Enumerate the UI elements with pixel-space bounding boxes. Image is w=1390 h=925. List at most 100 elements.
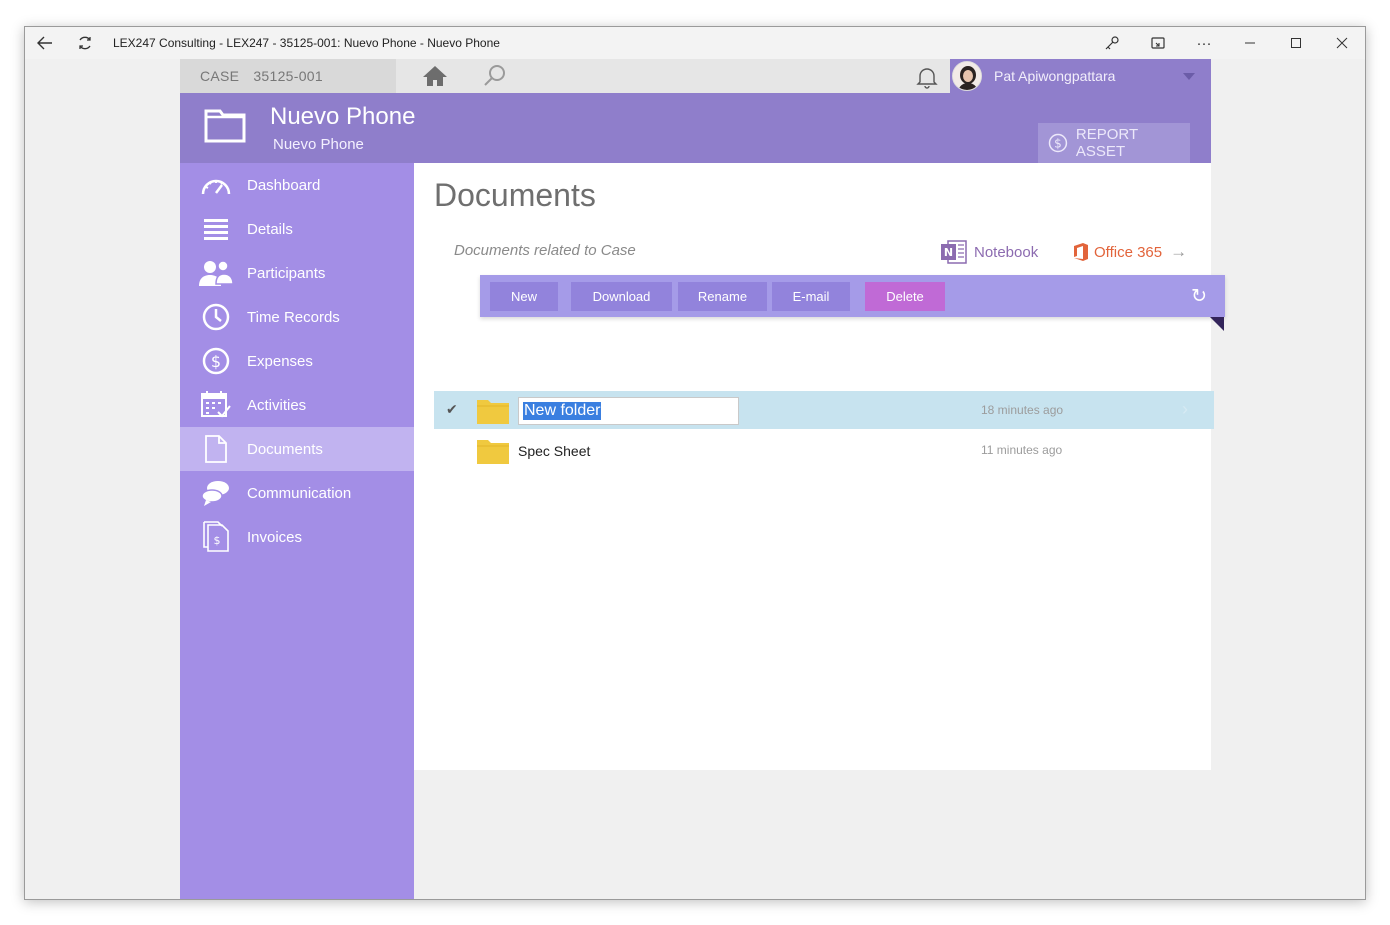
folder-name: Spec Sheet [518,443,591,459]
delete-button[interactable]: Delete [865,282,945,311]
sidebar-item-label: Communication [247,484,352,502]
folder-icon [477,400,509,424]
page-subtitle: Nuevo Phone [273,136,364,153]
home-icon [423,66,447,86]
refresh-icon [79,36,91,50]
modified-time: 11 minutes ago [981,443,1063,457]
minimize-icon [1245,42,1255,44]
app-window: LEX247 Consulting - LEX247 - 35125-001: … [24,26,1366,900]
search-icon [484,65,505,86]
minimize-button[interactable] [1227,27,1273,59]
case-label: CASE [200,68,240,84]
top-bar: CASE 35125-001 Pat Apiwongpattara [180,59,1211,93]
maximize-icon [1291,38,1301,48]
sidebar-item-documents[interactable]: Documents [180,427,414,471]
section-title: Documents [434,177,596,213]
clock-icon [202,303,229,331]
rename-button[interactable]: Rename [678,282,767,311]
cast-icon [1151,37,1165,49]
case-number: 35125-001 [253,68,323,84]
sidebar-item-label: Time Records [247,308,340,326]
user-name: Pat Apiwongpattara [994,68,1116,84]
dollar-icon: $ [202,347,229,375]
sidebar-item-label: Details [247,220,293,238]
sidebar-item-activities[interactable]: Activities [180,383,414,427]
arrow-right-icon: → [1170,242,1188,261]
sidebar-item-expenses[interactable]: $ Expenses [180,339,414,383]
people-icon [198,260,233,286]
sidebar-item-label: Invoices [247,528,303,546]
folder-icon [477,440,509,464]
title-bar: LEX247 Consulting - LEX247 - 35125-001: … [25,27,1365,59]
svg-text:$: $ [1054,136,1062,150]
case-header: Nuevo Phone Nuevo Phone $ REPORT ASSET [180,93,1211,163]
svg-text:$: $ [210,352,220,371]
gauge-icon [201,179,230,195]
section-subtitle: Documents related to Case [454,242,636,259]
back-arrow-icon [37,36,52,50]
more-button[interactable]: ··· [1181,27,1227,59]
new-button[interactable]: New [490,282,558,311]
sidebar-item-dashboard[interactable]: Dashboard [180,163,414,207]
rename-input-text: New folder [523,402,602,420]
sidebar-item-label: Dashboard [247,176,321,194]
modified-time: 18 minutes ago [981,403,1064,417]
cast-button[interactable] [1135,27,1181,59]
invoice-icon: $ [202,521,229,552]
notebook-label: Notebook [974,243,1039,261]
key-button[interactable] [1089,27,1135,59]
office365-link[interactable]: Office 365 → [1072,242,1187,262]
main-content: Documents Documents related to Case N No… [414,163,1225,770]
rename-input[interactable]: New folder [518,397,739,425]
app-content: CASE 35125-001 Pat Apiwongpattara Nuevo … [180,59,1225,899]
sidebar-item-participants[interactable]: Participants [180,251,414,295]
report-asset-button[interactable]: $ REPORT ASSET [1038,123,1190,163]
notebook-link[interactable]: N Notebook [940,239,1038,265]
more-icon: ··· [1196,34,1212,52]
sidebar-item-communication[interactable]: Communication [180,471,414,515]
sidebar: Dashboard Details Participants Time Reco… [180,163,414,899]
notifications-button[interactable] [912,63,942,91]
chevron-down-icon [1183,72,1195,80]
list-icon [203,219,228,240]
document-icon [204,435,227,463]
office365-label: Office 365 [1094,243,1163,261]
close-button[interactable] [1319,27,1365,59]
onenote-icon: N [941,240,967,264]
svg-text:N: N [944,246,953,259]
chat-icon [200,481,229,506]
bell-icon [916,68,938,89]
user-menu[interactable]: Pat Apiwongpattara [950,59,1211,93]
close-icon [1336,37,1348,49]
sidebar-item-label: Documents [247,440,323,458]
chevron-right-icon: › [1182,399,1188,419]
sidebar-item-invoices[interactable]: $ Invoices [180,515,414,559]
calendar-check-icon [200,391,231,418]
download-button[interactable]: Download [571,282,672,311]
document-toolbar: New Download Rename E-mail Delete ↻ [480,275,1225,317]
window-title: LEX247 Consulting - LEX247 - 35125-001: … [113,36,500,50]
email-button[interactable]: E-mail [772,282,850,311]
page-title: Nuevo Phone [270,103,416,130]
report-asset-label: REPORT ASSET [1075,126,1138,160]
table-row[interactable]: ✔ New folder 18 minutes ago › [434,391,1214,429]
toolbar-corner [1210,317,1224,331]
table-row[interactable]: Spec Sheet 11 minutes ago [434,431,1214,469]
sidebar-item-label: Expenses [247,352,313,370]
folder-icon [204,109,246,143]
sidebar-item-details[interactable]: Details [180,207,414,251]
maximize-button[interactable] [1273,27,1319,59]
dollar-circle-icon: $ [1048,133,1068,153]
sidebar-item-label: Participants [247,264,326,282]
key-icon [1105,36,1119,50]
office-icon [1074,243,1088,261]
reload-button[interactable] [65,27,105,59]
back-button[interactable] [25,27,65,59]
avatar [952,61,982,91]
search-button[interactable] [480,63,510,89]
check-icon: ✔ [446,401,458,417]
sidebar-item-time-records[interactable]: Time Records [180,295,414,339]
refresh-list-icon[interactable]: ↻ [1191,285,1207,308]
home-button[interactable] [420,63,450,89]
svg-text:$: $ [213,534,220,547]
